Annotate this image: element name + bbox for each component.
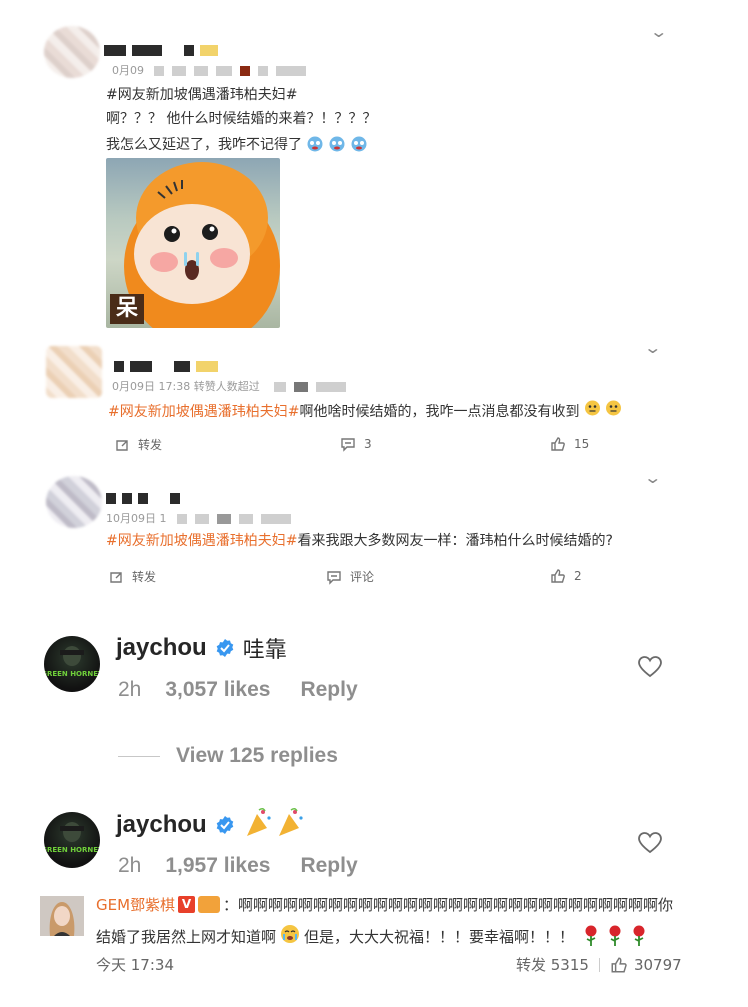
- post3-repost-label: 转发: [132, 570, 157, 584]
- post3-text-body: 看来我跟大多数网友一样：潘玮柏什么时候结婚的?: [297, 533, 613, 549]
- ig2-avatar-text: GREEN HORNET: [44, 846, 100, 854]
- ig2-likes[interactable]: 1,957 likes: [165, 854, 270, 878]
- post2-comment-button[interactable]: 3: [340, 436, 372, 452]
- gem-username[interactable]: GEM鄧紫棋: [96, 894, 175, 915]
- post3-username-blurred[interactable]: [106, 488, 186, 507]
- post1-meme-image[interactable]: 呆: [106, 158, 280, 328]
- post2-comment-count: 3: [364, 437, 372, 451]
- repost-icon: [116, 439, 128, 451]
- post2-username-blurred[interactable]: [114, 356, 224, 375]
- gem-comment-text-2a: 结婚了我居然上网才知道啊: [96, 927, 277, 946]
- post3-menu-chevron-icon[interactable]: ⌄: [643, 468, 662, 487]
- ig2-header: jaychou: [116, 806, 309, 844]
- ig2-username[interactable]: jaychou: [116, 811, 207, 839]
- post2-meta: 0月09日 17:38 转赞人数超过: [112, 378, 354, 394]
- post2-repost-button[interactable]: 转发: [114, 436, 162, 453]
- gem-time: 今天 17:34: [96, 956, 174, 974]
- post3-comment-label: 评论: [350, 570, 375, 584]
- verified-badge-icon: [216, 639, 234, 657]
- dizzy-face-icon: [306, 136, 368, 152]
- ig1-header: jaychou 哇靠: [116, 632, 287, 664]
- thumbs-up-icon: [551, 569, 565, 583]
- gem-like-count: 30797: [633, 955, 682, 974]
- post1-text-line2-body: 我怎么又延迟了，我咋不记得了: [106, 137, 302, 153]
- ig2-time: 2h: [118, 854, 142, 877]
- rose-icon: [582, 925, 648, 947]
- ig1-avatar[interactable]: GREEN HORNET: [44, 636, 100, 692]
- repost-icon: [110, 571, 122, 583]
- gem-comment-line2: 结婚了我居然上网才知道啊 但是，大大大祝福！！！要幸福啊！！！: [96, 924, 648, 948]
- ig2-heart-icon[interactable]: [638, 832, 662, 858]
- post3-meta: 10月09日 1: [106, 510, 299, 526]
- meme-caption: 呆: [110, 294, 145, 324]
- post3-avatar[interactable]: [46, 476, 102, 528]
- verified-badge-icon: [216, 816, 234, 834]
- thumbs-up-icon: [611, 957, 627, 972]
- post3-repost-button[interactable]: 转发: [108, 568, 156, 585]
- party-popper-icon: [243, 806, 309, 844]
- ig1-username[interactable]: jaychou: [116, 634, 207, 662]
- gem-comment-text-1: ：啊啊啊啊啊啊啊啊啊啊啊啊啊啊啊啊啊啊啊啊啊啊啊啊啊啊啊啊你: [223, 896, 674, 914]
- ig2-avatar[interactable]: GREEN HORNET: [44, 812, 100, 868]
- thumbs-up-icon: [551, 437, 565, 451]
- post2-text-body: 啊他啥时候结婚的，我咋一点消息都没有收到: [299, 404, 580, 420]
- gem-actions: 转发 5315 30797: [516, 954, 682, 975]
- post1-text-line2: 我怎么又延迟了，我咋不记得了: [106, 134, 368, 154]
- ig2-reply-button[interactable]: Reply: [300, 854, 357, 878]
- comment-icon: [341, 438, 355, 452]
- ig1-heart-icon[interactable]: [638, 656, 662, 682]
- ig1-reply-button[interactable]: Reply: [300, 678, 357, 702]
- thinking-face-icon: [584, 400, 622, 420]
- gem-comment-text-2b: 但是，大大大祝福！！！要幸福啊！！！: [304, 927, 575, 946]
- vip-badge-icon: V: [178, 896, 196, 913]
- post1-username-blurred[interactable]: [104, 40, 224, 59]
- post2-menu-chevron-icon[interactable]: ⌄: [643, 338, 662, 357]
- ig1-likes[interactable]: 3,057 likes: [165, 678, 270, 702]
- post3-comment-button[interactable]: 评论: [326, 568, 374, 585]
- post2-repost-label: 转发: [138, 438, 163, 452]
- post2-text: #网友新加坡偶遇潘玮柏夫妇#啊他啥时候结婚的，我咋一点消息都没有收到: [108, 400, 622, 421]
- gem-avatar[interactable]: [40, 896, 84, 936]
- post2-topic-link[interactable]: #网友新加坡偶遇潘玮柏夫妇#: [108, 404, 299, 420]
- ig2-meta: 2h 1,957 likes Reply: [118, 854, 358, 878]
- ig1-time: 2h: [118, 678, 142, 701]
- post2-avatar[interactable]: [46, 346, 102, 398]
- post1-menu-chevron-icon[interactable]: ⌄: [649, 22, 668, 41]
- ig1-meta: 2h 3,057 likes Reply: [118, 678, 358, 702]
- gem-comment-line1: GEM鄧紫棋 V ：啊啊啊啊啊啊啊啊啊啊啊啊啊啊啊啊啊啊啊啊啊啊啊啊啊啊啊啊你: [96, 894, 673, 915]
- fan-badge-icon: [198, 896, 221, 913]
- gem-like-button[interactable]: 30797: [610, 956, 682, 974]
- gem-repost-button[interactable]: 转发 5315: [516, 954, 589, 975]
- post2-like-count: 15: [574, 437, 590, 451]
- post1-text-line1: 啊？？？ 他什么时候结婚的来着？！？？？: [106, 111, 377, 127]
- ig1-avatar-text: GREEN HORNET: [44, 670, 100, 678]
- post3-like-button[interactable]: 2: [550, 568, 582, 584]
- post1-topic-link[interactable]: #网友新加坡偶遇潘玮柏夫妇#: [106, 84, 297, 104]
- post1-meta: 0月09: [112, 62, 314, 78]
- post3-topic-link[interactable]: #网友新加坡偶遇潘玮柏夫妇#: [106, 533, 297, 549]
- action-divider: [598, 957, 600, 972]
- comment-icon: [327, 570, 341, 585]
- crying-face-icon: [280, 924, 300, 948]
- ig1-view-replies[interactable]: View 125 replies: [118, 744, 338, 768]
- post3-like-count: 2: [574, 569, 582, 583]
- post2-like-button[interactable]: 15: [550, 436, 589, 452]
- ig1-comment-text: 哇靠: [242, 638, 287, 663]
- replies-divider: [118, 755, 160, 757]
- post3-text: #网友新加坡偶遇潘玮柏夫妇#看来我跟大多数网友一样：潘玮柏什么时候结婚的?: [106, 530, 613, 550]
- post1-avatar[interactable]: [44, 26, 100, 78]
- view-replies-label: View 125 replies: [176, 744, 338, 767]
